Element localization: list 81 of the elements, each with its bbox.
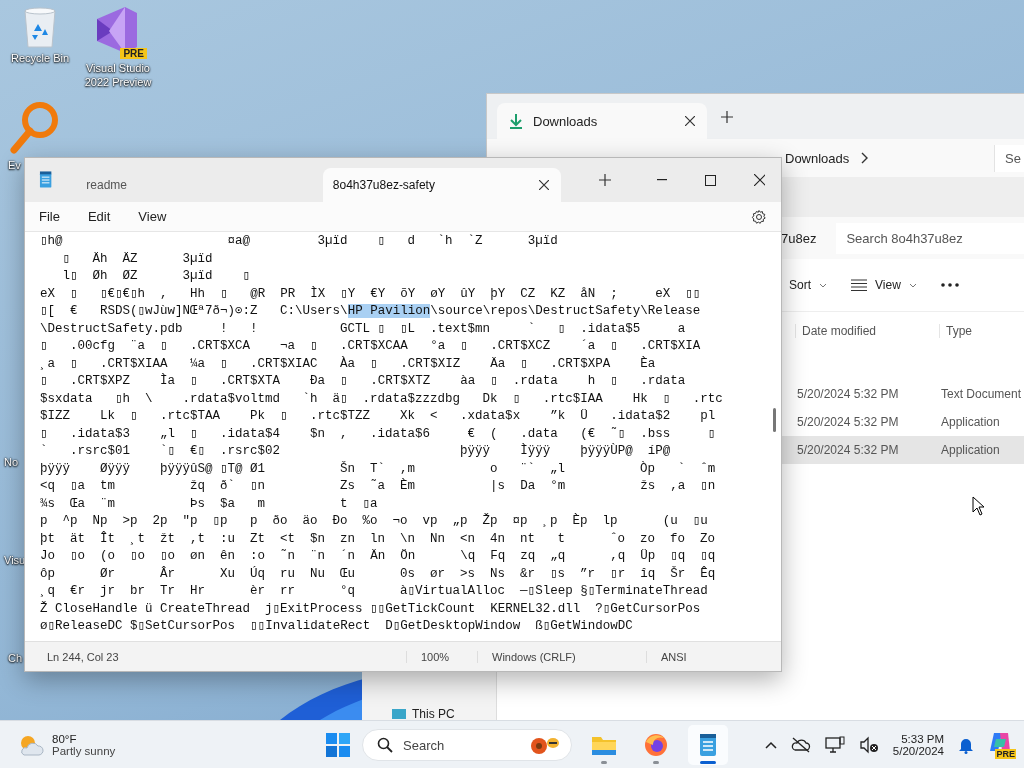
text-line: eX ▯ ▯€▯€▯h , Hh ▯ @R PR ÌX ▯Y €Y õY øY ûY þY CZ KZ åN ; eX ▯▯ [40, 285, 701, 303]
column-header[interactable]: Date modified [795, 324, 939, 338]
settings-icon[interactable] [751, 208, 767, 225]
text-line: ▯ .CRT$XPZ Ìa ▯ .CRT$XTA Ða ▯ .CRT$XTZ àa ▯ .rdata h ▯ .rdata [40, 373, 686, 390]
speaker-muted-icon[interactable] [858, 736, 879, 754]
status-item: 100% [406, 650, 477, 663]
close-icon[interactable] [753, 174, 765, 186]
more-options-icon[interactable] [940, 283, 959, 287]
document-tab[interactable]: 8o4h37u8ez-safety [322, 168, 562, 202]
download-icon [509, 113, 523, 129]
text-line: ¸q €r jr br Tr Hr èr rr °q à▯VirtualAlloc —▯Sleep §▯TerminateThread [40, 583, 708, 600]
file-row[interactable]: 5/20/2024 5:32 PM Text Document [782, 380, 1024, 408]
text-line: <q ▯a tm žq ð` ▯n Zs ˜a Èm |s Da °m žs ,a ▯n [40, 478, 716, 495]
text-line: ▯ .idata$3 „l ▯ .idata$4 $n , .idata$6 € ( .data (€ ˜▯ .bss ▯ [40, 425, 716, 443]
status-item: Ln 244, Col 23 [46, 650, 120, 663]
list-lines-icon [851, 279, 867, 291]
status-item: Windows (CRLF) [477, 650, 646, 663]
breadcrumb-item[interactable]: Downloads [785, 150, 850, 166]
clock-date[interactable]: 5/20/2024 [892, 745, 944, 757]
menu-item[interactable]: File [39, 209, 60, 224]
network-icon[interactable] [824, 736, 845, 754]
address-search-field[interactable]: Se [994, 144, 1024, 172]
start-button-icon[interactable] [326, 733, 350, 757]
chevron-down-icon [908, 282, 917, 288]
text-line: ▯h@ ¤a@ 3µïd ▯ d `h `Z 3µïd [40, 233, 558, 250]
text-line: $IZZ Lk ▯ .rtc$TAA Pk ▯ .rtc$TZZ Xk < .xdata$x ”k Ü .idata$2 pl [40, 408, 716, 425]
folder-icon [591, 734, 617, 756]
search-icon [377, 737, 393, 753]
chevron-up-icon[interactable] [764, 741, 777, 749]
chevron-down-icon [819, 282, 827, 288]
text-line: ▯ Äh ÄZ 3µïd [61, 250, 213, 268]
status-item: ANSI [646, 650, 701, 663]
document-tab[interactable]: readme [76, 168, 315, 202]
preview-badge: PRE [120, 48, 147, 59]
taskbar-search-field[interactable]: Search [362, 729, 572, 761]
file-row[interactable]: 5/20/2024 5:32 PM Application [782, 436, 1024, 464]
text-line: \DestructSafety.pdb ! ! GCTL ▯ ▯L .text$mn ` ▯ .idata$5 a [40, 320, 686, 338]
chevron-right-icon [861, 152, 870, 164]
mouse-cursor-icon [972, 496, 985, 516]
temperature[interactable]: 80°F [52, 733, 116, 745]
new-tab-icon[interactable] [599, 174, 611, 186]
address-path[interactable]: 7u8ez [781, 230, 817, 246]
text-line: ▯ .00cfg ¨a ▯ .CRT$XCA ¬a ▯ .CRT$XCAA °a ▯ .CRT$XCZ ´a ▯ .CRT$XIA [40, 338, 701, 355]
text-line: ▯[ € RSDS(▯wJùw]NŒª7ð¬)⊙:Z C:\Users\HP Pavilion\source\repos\DestructSafety\Release [40, 303, 701, 320]
nav-item[interactable]: This PC [412, 708, 455, 720]
text-line: Jo ▯o (o ▯o ▯o øn ên :o ˜n ¨n ´n Än Ön \q Fq zq „q ,q Üp ▯q ▯q [40, 548, 716, 565]
maximize-icon[interactable] [705, 174, 716, 186]
notepad-icon [698, 733, 718, 757]
browser-icon [644, 733, 668, 757]
toolbar-button[interactable]: View [851, 278, 917, 292]
scrollbar-thumb[interactable] [773, 408, 776, 432]
explorer-tab[interactable]: Downloads [497, 103, 707, 139]
text-line: þt ät Ît ¸t žt ,t :u Zt <t $n zn ln \n Nn <n 4n nt t ˆo zo fo Zo [40, 530, 716, 548]
close-icon[interactable] [685, 116, 695, 126]
text-line: ` .rsrc$01 `▯ €▯ .rsrc$02 þÿÿÿ Ìÿÿÿ þÿÿÿÙP@ íP@ [40, 443, 671, 460]
clock-time[interactable]: 5:33 PM [901, 733, 944, 745]
text-line: l▯ Øh ØZ 3µïd ▯ [61, 268, 251, 285]
tab-title: Downloads [533, 113, 599, 129]
text-line: p ^p Np >p 2p "p ▯p p ðo äo Ðo %o ¬o vp „p Žp ¤p ¸p Èp lp (u ▯u [40, 513, 708, 530]
text-line: þÿÿÿ Øÿÿÿ þÿÿÿûS@ ▯T@ Ø1 Šn T` ,m o ¨` „l Òp ` ˆm [40, 460, 716, 478]
file-row[interactable]: 5/20/2024 5:32 PM Application [782, 408, 1024, 436]
text-line: ¸a ▯ .CRT$XIAA ¼a ▯ .CRT$XIAC Àa ▯ .CRT$XIZ Äa ▯ .CRT$XPA Èa [40, 355, 656, 373]
computer-icon [392, 709, 406, 719]
menu-item[interactable]: View [138, 209, 167, 224]
notepad-icon [39, 171, 53, 189]
bell-icon[interactable] [958, 736, 974, 754]
toolbar-button[interactable]: Sort [789, 278, 827, 292]
text-line: $sxdata ▯h \ .rdata$voltmd `h ä▯ .rdata$zzzdbg Dk ▯ .rtc$IAA Hk ▯ .rtc [40, 390, 723, 408]
close-tab-icon[interactable] [539, 180, 550, 190]
weather-condition[interactable]: Partly sunny [52, 745, 116, 757]
text-line: ¾s Œa ¨m Þs $a m t ▯a [40, 495, 378, 513]
menu-item[interactable]: Edit [87, 209, 111, 224]
text-line: ø▯ReleaseDC $▯SetCursorPos ▯▯InvalidateRect D▯GetDesktopWindow ß▯GetWindowDC [40, 618, 633, 635]
new-tab-icon[interactable] [721, 110, 733, 123]
folder-search-field[interactable]: Search 8o4h37u8ez [836, 222, 1024, 254]
cloud-off-icon[interactable] [790, 737, 811, 753]
minimize-icon[interactable] [656, 179, 668, 181]
column-header[interactable]: Type [939, 324, 972, 338]
text-line: Ž CloseHandle ü CreateThread j▯ExitProcess ▯▯GetTickCount KERNEL32.dll ?▯GetCursorPos [40, 600, 701, 618]
taskbar-app-button[interactable] [688, 725, 728, 765]
text-line: ôp Ør Âr Xu Úq ru Nu Œu 0s ør >s Ns &r ▯s ”r ▯r îq Šr Êq [40, 565, 716, 583]
